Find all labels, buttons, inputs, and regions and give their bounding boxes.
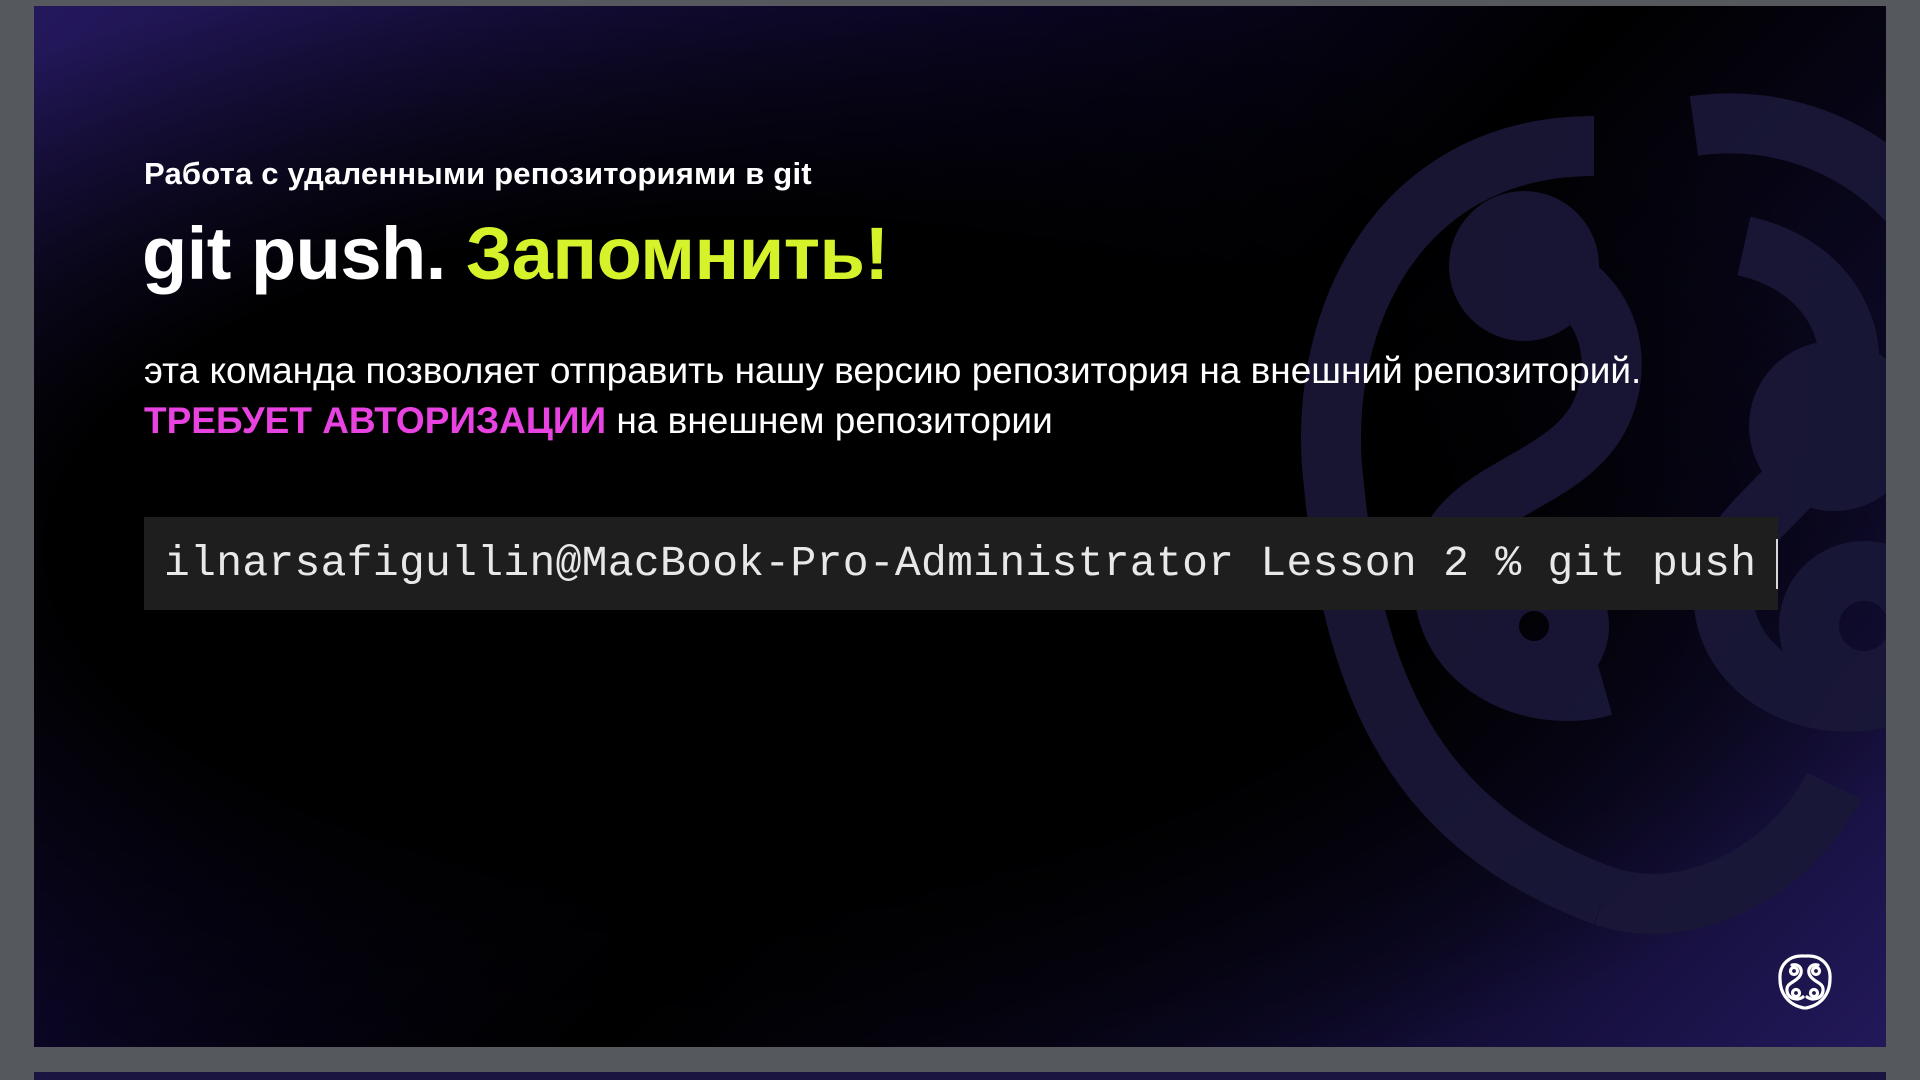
terminal-block: ilnarsafigullin@MacBook-Pro-Administrato… [144, 517, 1778, 610]
brain-logo-icon [1778, 954, 1832, 1010]
slide: Работа с удаленными репозиториями в git … [34, 6, 1886, 1047]
slide-description: эта команда позволяет отправить нашу вер… [144, 346, 1704, 446]
description-text-1: эта команда позволяет отправить нашу вер… [144, 350, 1642, 391]
title-main: git push. [142, 212, 466, 295]
description-text-2: на внешнем репозитории [606, 400, 1053, 441]
terminal-command: ilnarsafigullin@MacBook-Pro-Administrato… [164, 539, 1757, 588]
description-highlight: ТРЕБУЕТ АВТОРИЗАЦИИ [144, 400, 607, 441]
brain-logo-watermark-icon [1301, 93, 1886, 934]
terminal-cursor [1776, 538, 1778, 589]
presentation-viewer: Работа с удаленными репозиториями в git … [0, 0, 1920, 1080]
next-slide-preview[interactable] [34, 1072, 1886, 1080]
slide-subtitle: Работа с удаленными репозиториями в git [144, 156, 812, 191]
slide-title: git push. Запомнить! [142, 211, 889, 296]
title-accent: Запомнить! [465, 212, 889, 295]
